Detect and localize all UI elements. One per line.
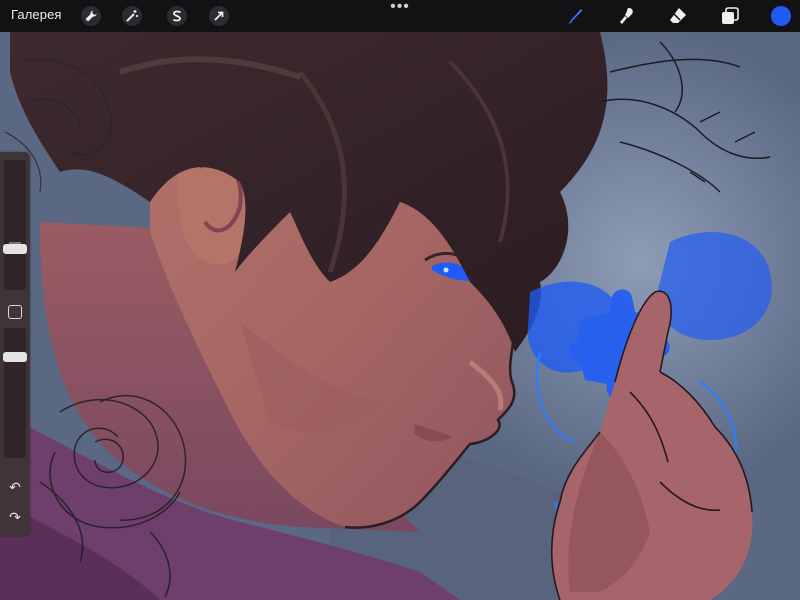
eye-highlight [443, 267, 449, 273]
layers-icon[interactable] [719, 5, 741, 27]
more-options-icon[interactable]: ••• [388, 0, 412, 15]
magic-wand-icon[interactable] [122, 6, 142, 26]
color-picker-button[interactable] [771, 6, 791, 26]
smudge-icon[interactable] [616, 5, 638, 27]
gallery-button[interactable]: Галерея [11, 7, 62, 22]
eraser-icon[interactable] [667, 5, 689, 27]
undo-button[interactable]: ↶ [4, 477, 26, 497]
drawing-canvas[interactable] [0, 32, 800, 600]
wrench-icon[interactable] [81, 6, 101, 26]
redo-button[interactable]: ↷ [4, 507, 26, 527]
opacity-thumb[interactable] [3, 352, 27, 362]
top-toolbar: Галерея ••• [0, 0, 800, 32]
selection-s-icon[interactable] [167, 6, 187, 26]
brush-size-thumb[interactable] [3, 244, 27, 254]
eyedropper-button[interactable] [8, 305, 22, 319]
opacity-slider[interactable] [3, 328, 27, 458]
cursor-arrow-icon[interactable] [209, 6, 229, 26]
left-sidebar: ↶ ↷ [0, 152, 30, 536]
brush-size-slider[interactable] [3, 160, 27, 290]
brush-icon[interactable] [564, 5, 586, 27]
